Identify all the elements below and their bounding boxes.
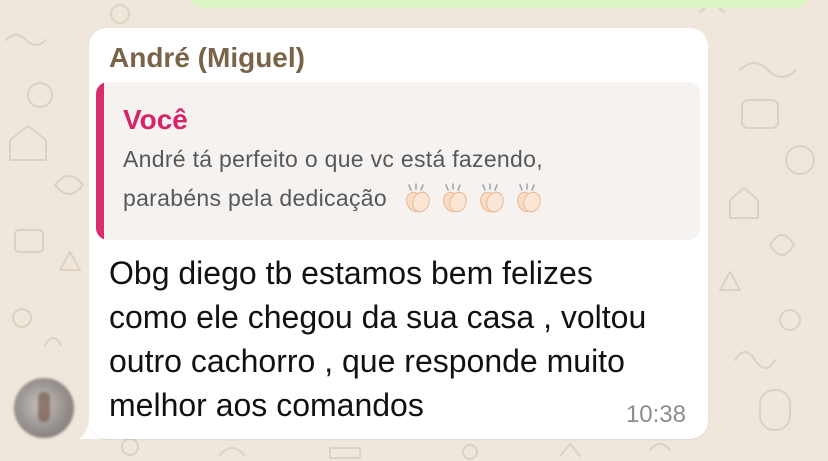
avatar-figure bbox=[38, 392, 50, 422]
clapping-hands-icon bbox=[443, 183, 467, 213]
message-text-line: Obg diego tb estamos bem felizes bbox=[109, 255, 593, 291]
quote-text-line-content: parabéns pela dedicação bbox=[123, 184, 387, 211]
quote-author: Você bbox=[123, 104, 188, 135]
message-text-line: outro cachorro , que responde muito bbox=[109, 343, 625, 379]
message-bubble[interactable]: André (Miguel) Você André tá perfeito o … bbox=[89, 28, 708, 439]
clapping-hands-icon bbox=[406, 183, 430, 213]
quote-accent-bar bbox=[96, 82, 104, 240]
message-text-line: melhor aos comandos bbox=[109, 387, 424, 423]
quote-text-line: André tá perfeito o que vc está fazendo, bbox=[123, 146, 543, 172]
sender-name[interactable]: André (Miguel) bbox=[109, 42, 305, 74]
quoted-reply[interactable]: Você André tá perfeito o que vc está faz… bbox=[96, 82, 700, 240]
message-text-line: como ele chegou da sua casa , voltou bbox=[109, 299, 647, 335]
quote-text-line: parabéns pela dedicação bbox=[123, 183, 545, 213]
sender-avatar[interactable] bbox=[14, 378, 74, 438]
message-timestamp: 10:38 bbox=[625, 401, 686, 428]
clapping-hands-icon bbox=[480, 183, 504, 213]
clapping-hands-icon bbox=[517, 183, 541, 213]
previous-message-bubble[interactable] bbox=[188, 0, 810, 8]
